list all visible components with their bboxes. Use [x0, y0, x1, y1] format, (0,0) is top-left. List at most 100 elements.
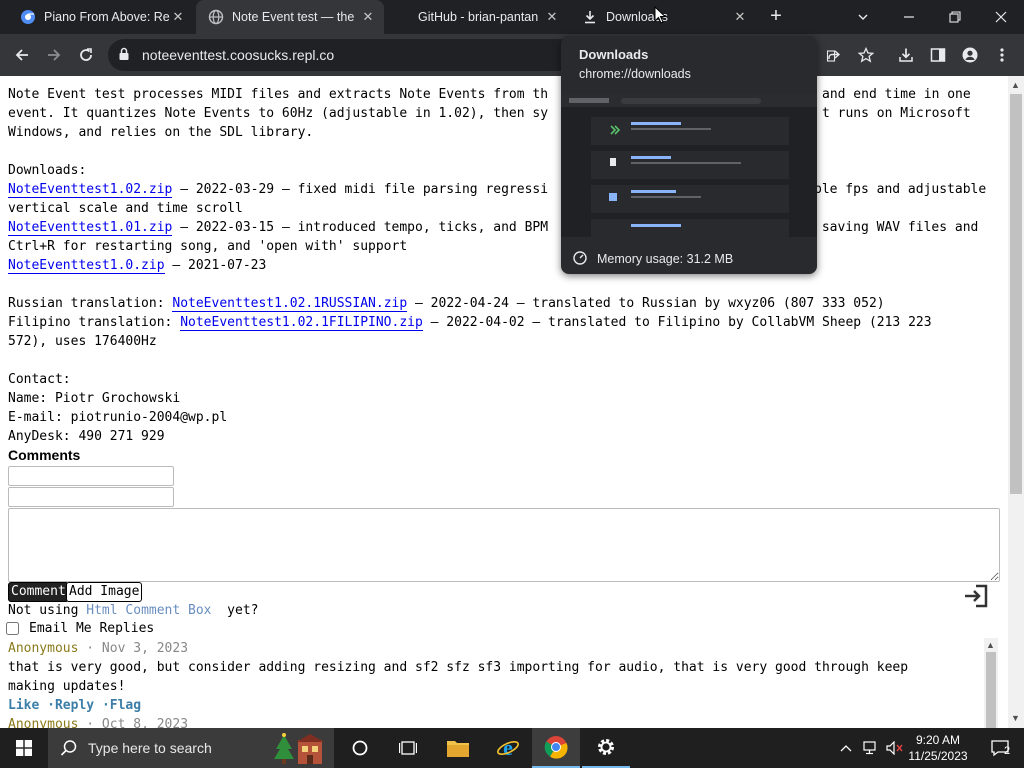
browser-toolbar: noteeventtest.coosucks.repl.co [0, 34, 1024, 76]
comment-textarea[interactable] [8, 508, 1000, 582]
share-icon[interactable] [820, 41, 848, 69]
download-desc-right: saving WAV files and [814, 220, 979, 235]
name-input[interactable] [8, 466, 174, 486]
search-highlight-illustration-icon [270, 732, 326, 771]
scroll-up-arrow-icon[interactable]: ▲ [986, 640, 995, 650]
login-icon[interactable] [962, 582, 990, 610]
filipino-download-link[interactable]: NoteEventtest1.02.1FILIPINO.zip [180, 315, 423, 331]
downloads-label: Downloads: [8, 163, 87, 178]
close-window-icon[interactable] [978, 0, 1024, 34]
download-link[interactable]: NoteEventtest1.0.zip [8, 258, 165, 274]
scroll-up-arrow-icon[interactable]: ▲ [1011, 80, 1020, 90]
intro-line-2-right: t runs on Microsoft [822, 106, 971, 121]
clock-time: 9:20 AM [915, 733, 961, 747]
taskbar-search-box[interactable]: Type here to search [48, 728, 334, 768]
restore-icon[interactable] [932, 0, 978, 34]
download-desc: — 2022-03-29 — fixed midi file parsing r… [172, 182, 549, 197]
tab-note-event-test[interactable]: Note Event test — the ✕ [196, 0, 384, 34]
comment-list-scroll-thumb[interactable] [986, 652, 996, 728]
reply-link[interactable]: ·Reply [47, 698, 94, 713]
scroll-down-arrow-icon[interactable]: ▼ [1011, 713, 1020, 723]
filipino-translation-cont: 572), uses 176400Hz [8, 334, 157, 349]
download-item: NoteEventtest1.01.zip — 2022-03-15 — int… [8, 218, 548, 237]
comment-list-scrollbar[interactable]: ▲ [984, 638, 998, 728]
internet-explorer-icon[interactable]: e [484, 728, 532, 768]
tab-piano-from-above[interactable]: Piano From Above: Re ✕ [8, 0, 194, 34]
chrome-taskbar-icon[interactable] [532, 728, 580, 768]
download-desc-cont: vertical scale and time scroll [8, 201, 243, 216]
comment-date: · Nov 3, 2023 [78, 641, 189, 656]
globe-icon [208, 9, 224, 25]
tab-github[interactable]: GitHub - brian-pantan ✕ [386, 0, 568, 34]
lock-icon[interactable] [118, 47, 130, 66]
windows-start-icon[interactable] [0, 728, 48, 768]
reload-icon[interactable] [72, 41, 100, 69]
like-link[interactable]: Like [8, 698, 39, 713]
email-me-label: Email Me Replies [29, 621, 155, 636]
intro-line-3: Windows, and relies on the SDL library. [8, 125, 314, 140]
html-comment-box-link[interactable]: Html Comment Box [86, 603, 211, 618]
side-panel-icon[interactable] [924, 41, 952, 69]
svg-text:e: e [503, 736, 513, 760]
close-tab-icon[interactable]: ✕ [360, 9, 376, 25]
tab-strip: Piano From Above: Re ✕ Note Event test —… [0, 0, 1024, 34]
notification-count: 2 [1004, 745, 1011, 757]
contact-name: Name: Piotr Grochowski [8, 391, 181, 406]
comment-actions: Like ·Reply ·Flag [8, 696, 141, 715]
contact-label: Contact: [8, 372, 71, 387]
forward-arrow-icon[interactable] [40, 41, 68, 69]
hover-card-preview-thumbnail [561, 95, 817, 237]
download-item: NoteEventtest1.02.zip — 2022-03-29 — fix… [8, 180, 548, 199]
minimize-icon[interactable] [886, 0, 932, 34]
cortana-icon[interactable] [336, 728, 384, 768]
file-explorer-icon[interactable] [434, 728, 482, 768]
download-item: NoteEventtest1.0.zip — 2021-07-23 [8, 256, 266, 275]
close-tab-icon[interactable]: ✕ [544, 9, 560, 25]
new-tab-plus-icon[interactable]: + [754, 0, 798, 34]
menu-kebab-icon[interactable] [988, 41, 1016, 69]
task-view-icon[interactable] [384, 728, 432, 768]
page-scroll-thumb[interactable] [1010, 94, 1022, 494]
windows-taskbar: Type here to search e 9:20 AM 11/25/2023… [0, 728, 1024, 768]
intro-line-2: event. It quantizes Note Events to 60Hz … [8, 106, 549, 121]
download-desc: — 2022-03-15 — introduced tempo, ticks, … [172, 220, 549, 235]
download-desc-cont: Ctrl+R for restarting song, and 'open wi… [8, 239, 408, 254]
intro-line-1: Note Event test processes MIDI files and… [8, 87, 549, 102]
download-link[interactable]: NoteEventtest1.02.zip [8, 182, 173, 198]
url-text[interactable]: noteeventtest.coosucks.repl.co [142, 47, 334, 63]
close-tab-icon[interactable]: ✕ [170, 9, 186, 25]
download-link[interactable]: NoteEventtest1.01.zip [8, 220, 173, 236]
add-image-button[interactable]: Add Image [66, 582, 143, 602]
flag-link[interactable]: ·Flag [102, 698, 141, 713]
network-icon[interactable] [860, 728, 882, 768]
tab-hover-card: Downloads chrome://downloads Memory usag… [561, 36, 817, 274]
taskbar-clock[interactable]: 9:20 AM 11/25/2023 [906, 732, 970, 764]
comment-author[interactable]: Anonymous [8, 641, 78, 656]
russian-translation: Russian translation: NoteEventtest1.02.1… [8, 296, 885, 312]
comment-author[interactable]: Anonymous [8, 717, 78, 728]
back-arrow-icon[interactable] [8, 41, 36, 69]
tab-search-chevron-icon[interactable] [840, 0, 886, 34]
comment-list: Anonymous · Nov 3, 2023 that is very goo… [0, 638, 1008, 728]
notification-center-icon[interactable]: 2 [980, 728, 1020, 768]
comment-button[interactable]: Comment [8, 582, 69, 602]
email-me-checkbox[interactable] [6, 622, 19, 635]
filipino-translation: Filipino translation: NoteEventtest1.02.… [8, 315, 932, 331]
comments-heading: Comments [8, 447, 81, 463]
profile-avatar-icon[interactable] [956, 41, 984, 69]
bookmark-star-icon[interactable] [852, 41, 880, 69]
volume-muted-icon[interactable] [884, 728, 906, 768]
chrome-icon [20, 9, 36, 25]
mouse-cursor [654, 5, 667, 29]
search-icon [60, 739, 78, 762]
page-scrollbar[interactable]: ▲ ▼ [1008, 76, 1024, 728]
show-hidden-icons-chevron-icon[interactable] [836, 728, 856, 768]
settings-gear-icon[interactable] [582, 728, 630, 768]
russian-download-link[interactable]: NoteEventtest1.02.1RUSSIAN.zip [172, 296, 408, 312]
email-input[interactable] [8, 487, 174, 507]
hover-card-url: chrome://downloads [579, 67, 691, 81]
close-tab-icon[interactable]: ✕ [732, 9, 748, 25]
intro-line-1-right: and end time in one [822, 87, 971, 102]
downloads-icon[interactable] [892, 41, 920, 69]
hover-card-title: Downloads [579, 47, 649, 62]
